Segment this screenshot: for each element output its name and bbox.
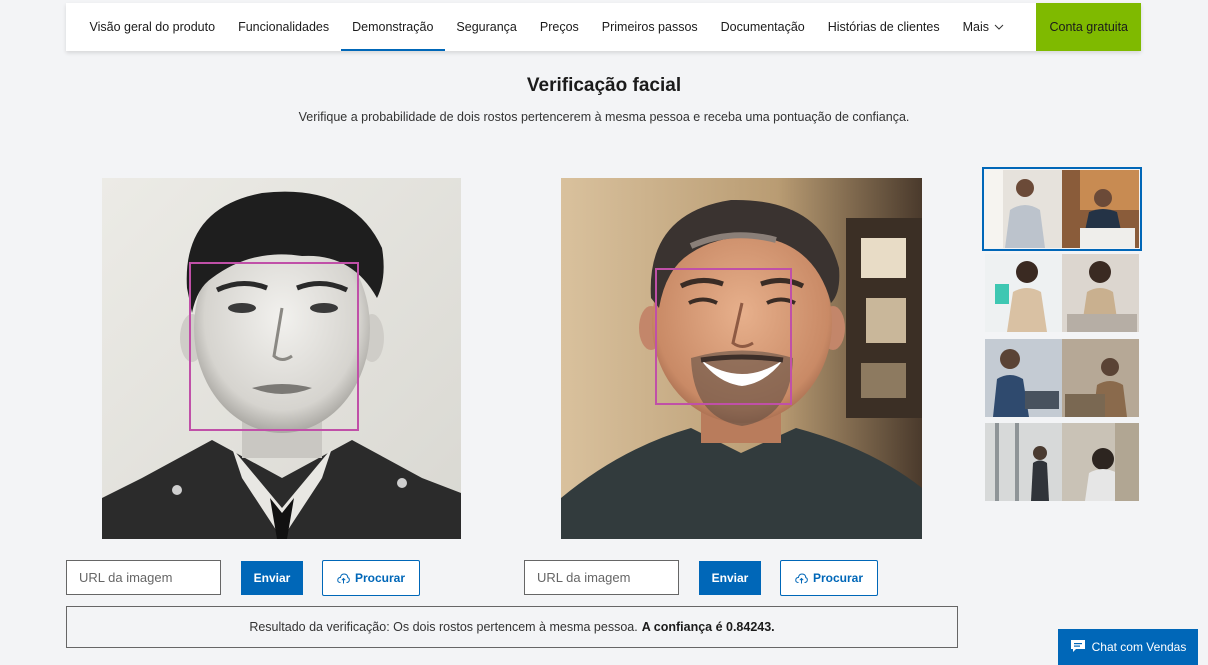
nav-items: Visão geral do produto Funcionalidades D… bbox=[66, 3, 1036, 51]
right-image-url-input[interactable] bbox=[524, 560, 679, 595]
verification-result: Resultado da verificação: Os dois rostos… bbox=[66, 606, 958, 648]
nav-item-security[interactable]: Segurança bbox=[445, 3, 528, 51]
upload-icon bbox=[795, 572, 808, 585]
right-send-button[interactable]: Enviar bbox=[699, 561, 761, 595]
nav-item-getting-started[interactable]: Primeiros passos bbox=[590, 3, 709, 51]
chevron-down-icon bbox=[994, 22, 1004, 33]
sample-thumbnail-2[interactable] bbox=[985, 254, 1139, 332]
chat-icon bbox=[1070, 639, 1086, 656]
top-nav: Visão geral do produto Funcionalidades D… bbox=[66, 3, 1141, 51]
chat-with-sales-button[interactable]: Chat com Vendas bbox=[1058, 629, 1198, 665]
free-account-button[interactable]: Conta gratuita bbox=[1036, 3, 1141, 51]
left-image-url-input[interactable] bbox=[66, 560, 221, 595]
sample-thumbnail-3[interactable] bbox=[985, 339, 1139, 417]
page-subtitle: Verifique a probabilidade de dois rostos… bbox=[298, 110, 910, 124]
nav-item-pricing[interactable]: Preços bbox=[528, 3, 590, 51]
page-title: Verificação facial bbox=[526, 75, 682, 96]
left-face-bounding-box bbox=[189, 262, 359, 431]
sample-thumbnail-1[interactable] bbox=[982, 167, 1142, 251]
nav-item-more-label: Mais bbox=[962, 20, 989, 34]
result-text: Resultado da verificação: Os dois rostos… bbox=[249, 620, 638, 634]
right-face-bounding-box bbox=[655, 268, 792, 405]
nav-item-product-overview[interactable]: Visão geral do produto bbox=[78, 3, 227, 51]
left-browse-label: Procurar bbox=[354, 571, 406, 585]
nav-item-more[interactable]: Mais bbox=[951, 3, 1015, 51]
sample-thumbnail-4[interactable] bbox=[985, 423, 1139, 501]
nav-item-documentation[interactable]: Documentação bbox=[709, 3, 816, 51]
nav-item-features[interactable]: Funcionalidades bbox=[227, 3, 341, 51]
left-browse-button[interactable]: Procurar bbox=[322, 560, 420, 596]
result-confidence: A confiança é 0.84243. bbox=[641, 620, 775, 634]
right-browse-label: Procurar bbox=[812, 571, 864, 585]
chat-label: Chat com Vendas bbox=[1091, 640, 1187, 654]
upload-icon bbox=[337, 572, 350, 585]
left-send-button[interactable]: Enviar bbox=[241, 561, 303, 595]
nav-item-demo[interactable]: Demonstração bbox=[340, 3, 446, 51]
right-browse-button[interactable]: Procurar bbox=[780, 560, 878, 596]
left-face-image bbox=[102, 178, 461, 539]
nav-item-customer-stories[interactable]: Histórias de clientes bbox=[816, 3, 951, 51]
right-face-image bbox=[561, 178, 922, 539]
